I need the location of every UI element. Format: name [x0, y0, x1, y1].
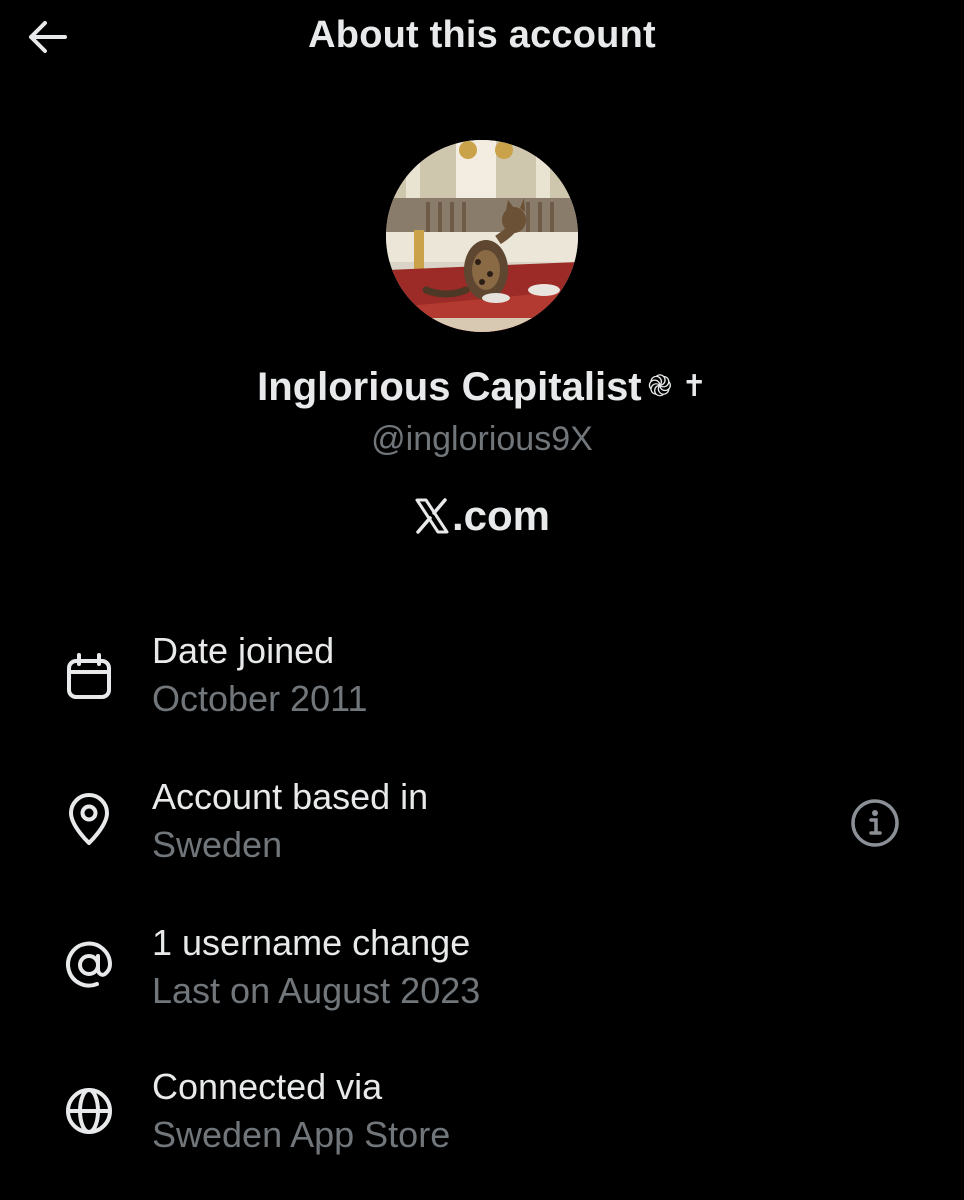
- avatar-image: [386, 140, 578, 332]
- row-connected-via: Connected via Sweden App Store: [0, 1066, 964, 1176]
- location-pin-icon: [62, 792, 116, 846]
- row-value: October 2011: [152, 678, 368, 719]
- row-username-change: 1 username change Last on August 2023: [0, 922, 964, 1032]
- top-bar: About this account: [0, 0, 964, 80]
- row-account-based-in: Account based in Sweden: [0, 776, 964, 886]
- row-value: Sweden App Store: [152, 1114, 451, 1155]
- at-sign-icon: [62, 938, 116, 992]
- row-title: Account based in: [152, 776, 429, 817]
- globe-icon: [62, 1084, 116, 1138]
- row-date-joined: Date joined October 2011: [0, 630, 964, 740]
- row-value: Sweden: [152, 824, 283, 865]
- display-name: Inglorious Capitalist: [257, 365, 642, 409]
- site-label: .com: [0, 492, 964, 540]
- info-button[interactable]: [848, 796, 902, 850]
- row-title: Date joined: [152, 630, 335, 671]
- page-title: About this account: [308, 14, 656, 56]
- row-title: 1 username change: [152, 922, 471, 963]
- x-logo-icon: [414, 496, 450, 534]
- username-handle: @inglorious9X: [371, 420, 593, 458]
- row-value: Last on August 2023: [152, 970, 481, 1011]
- profile-name: Inglorious Capitalist ֎ ✝: [0, 364, 964, 410]
- name-emojis: ֎ ✝: [647, 369, 707, 404]
- avatar[interactable]: [386, 140, 578, 332]
- calendar-icon: [62, 650, 116, 704]
- info-icon: [851, 799, 899, 847]
- row-title: Connected via: [152, 1066, 383, 1107]
- site-domain: .com: [451, 492, 551, 539]
